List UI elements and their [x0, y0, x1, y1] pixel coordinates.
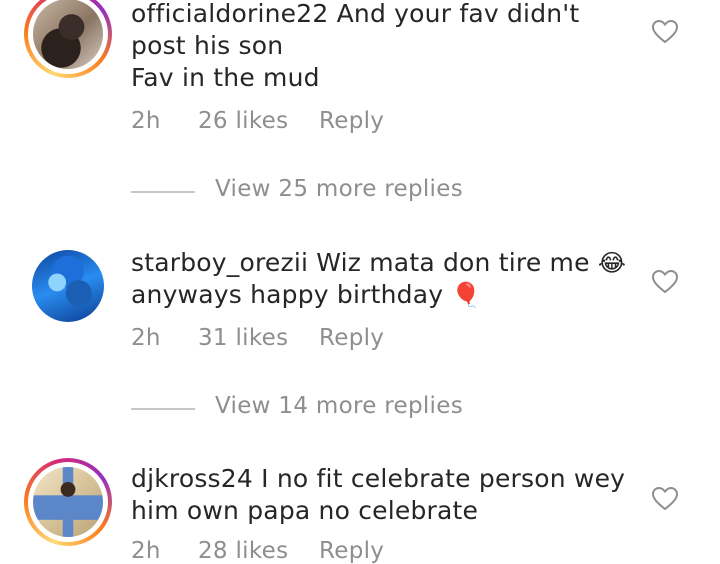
comment-username[interactable]: djkross24: [131, 464, 253, 493]
view-more-replies-button[interactable]: View 25 more replies: [131, 176, 531, 206]
comment-username[interactable]: starboy_orezii: [131, 248, 308, 277]
comment-likes[interactable]: 26 likes: [198, 108, 288, 134]
heart-icon[interactable]: [651, 486, 679, 511]
balloon-emoji-icon: 🎈: [451, 281, 482, 309]
reply-button[interactable]: Reply: [319, 108, 384, 134]
comment-likes[interactable]: 31 likes: [198, 325, 288, 351]
view-more-replies-button[interactable]: View 14 more replies: [131, 393, 531, 423]
comment-text: officialdorine22 And your fav didn't pos…: [131, 0, 631, 94]
view-more-replies-label: View 25 more replies: [215, 176, 463, 202]
heart-icon[interactable]: [651, 19, 679, 44]
avatar[interactable]: [24, 0, 112, 78]
comment-text: djkross24 I no fit celebrate person wey …: [131, 463, 631, 527]
reply-button[interactable]: Reply: [319, 538, 384, 564]
comment-text: starboy_orezii Wiz mata don tire me 😂 an…: [131, 247, 631, 311]
laughing-emoji-icon: 😂: [597, 249, 627, 277]
avatar[interactable]: [24, 458, 112, 546]
replies-divider: [131, 408, 195, 410]
reply-button[interactable]: Reply: [319, 325, 384, 351]
replies-divider: [131, 191, 195, 193]
comment-time: 2h: [131, 108, 161, 134]
comment-body-line2: Fav in the mud: [131, 63, 320, 92]
avatar[interactable]: [32, 250, 104, 322]
comment-body-line2: anyways happy birthday: [131, 280, 444, 309]
comment-likes[interactable]: 28 likes: [198, 538, 288, 564]
heart-icon[interactable]: [651, 269, 679, 294]
comment-username[interactable]: officialdorine22: [131, 0, 328, 28]
view-more-replies-label: View 14 more replies: [215, 393, 463, 419]
comment-time: 2h: [131, 538, 161, 564]
comment-time: 2h: [131, 325, 161, 351]
comment-body: Wiz mata don tire me: [316, 248, 590, 277]
